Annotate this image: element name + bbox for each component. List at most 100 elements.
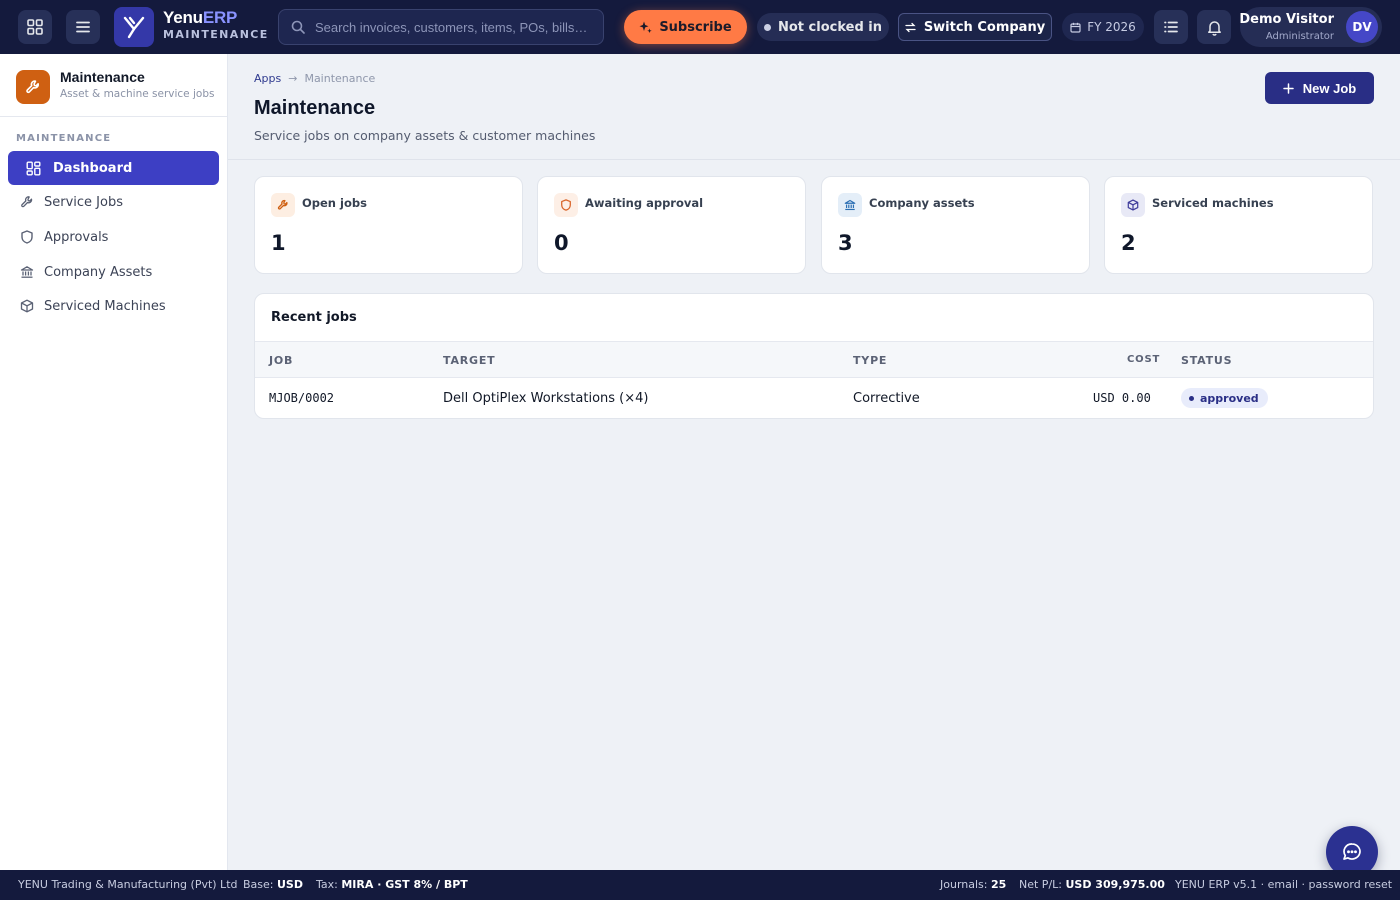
wrench-icon — [21, 196, 33, 208]
footer-net-pl: Net P/L: USD 309,975.00 — [1019, 878, 1165, 891]
job-target: Dell OptiPlex Workstations (×4) — [443, 391, 649, 406]
footer-company: YENU Trading & Manufacturing (Pvt) Ltd — [18, 878, 238, 891]
menu-button[interactable] — [66, 10, 100, 44]
user-role: Administrator — [1265, 31, 1334, 42]
breadcrumb-current: Maintenance — [304, 72, 376, 85]
sidebar-item-label: Dashboard — [53, 160, 133, 176]
stat-icon-badge — [271, 193, 295, 217]
user-menu[interactable]: Demo Visitor Administrator DV — [1239, 7, 1382, 47]
switch-company-label: Switch Company — [923, 19, 1046, 35]
notifications-button[interactable] — [1197, 10, 1231, 44]
stat-icon-badge — [1121, 193, 1145, 217]
bank-icon — [20, 266, 34, 278]
task-list-button[interactable] — [1154, 10, 1188, 44]
recent-jobs-panel: Recent jobs JOB TARGET TYPE COST STATUS … — [254, 293, 1374, 419]
brand: YenuERP MAINTENANCE — [163, 9, 269, 40]
brand-module: MAINTENANCE — [163, 28, 269, 41]
column-header-job[interactable]: JOB — [269, 354, 293, 367]
search-icon — [291, 20, 305, 34]
fiscal-year-badge[interactable]: FY 2026 — [1062, 13, 1144, 41]
new-job-button[interactable]: New Job — [1265, 72, 1374, 104]
stat-icon-badge — [838, 193, 862, 217]
wrench-icon — [26, 80, 39, 94]
sidebar-section-label: MAINTENANCE — [16, 133, 112, 144]
bell-icon — [1207, 20, 1221, 36]
menu-icon — [76, 21, 90, 33]
shield-icon — [21, 230, 33, 244]
breadcrumb-arrow-icon: → — [288, 72, 298, 85]
list-icon — [1164, 21, 1178, 33]
user-name: Demo Visitor — [1239, 12, 1334, 27]
recent-jobs-title: Recent jobs — [271, 310, 357, 325]
footer-journals: Journals: 25 — [940, 878, 1007, 891]
status-dot — [1189, 395, 1194, 401]
subscribe-button[interactable]: Subscribe — [624, 10, 747, 44]
breadcrumb-apps[interactable]: Apps — [254, 72, 281, 85]
sidebar-item-dashboard[interactable]: Dashboard — [8, 151, 219, 185]
clock-status-dot — [763, 23, 771, 31]
stat-value: 1 — [271, 231, 286, 255]
clock-status[interactable]: Not clocked in — [757, 13, 889, 41]
switch-company-button[interactable]: Switch Company — [898, 13, 1052, 41]
column-header-type[interactable]: TYPE — [853, 354, 887, 367]
logo-icon — [123, 16, 145, 39]
breadcrumb: Apps → Maintenance — [254, 72, 375, 85]
apps-grid-button[interactable] — [18, 10, 52, 44]
stat-value: 2 — [1121, 231, 1136, 255]
fiscal-year-label: FY 2026 — [1087, 20, 1136, 34]
page-subtitle: Service jobs on company assets & custome… — [254, 128, 596, 143]
stat-card-open-jobs[interactable]: Open jobs 1 — [254, 176, 523, 274]
table-header: JOB TARGET TYPE COST STATUS — [255, 341, 1373, 378]
stat-label: Company assets — [869, 196, 975, 210]
stat-value: 0 — [554, 231, 569, 255]
column-header-target[interactable]: TARGET — [443, 354, 495, 367]
stat-label: Open jobs — [302, 196, 367, 210]
sidebar-item-label: Approvals — [44, 229, 109, 245]
bank-icon — [844, 199, 856, 211]
sidebar-title: Maintenance — [60, 69, 145, 85]
box-icon — [1127, 199, 1139, 211]
stat-icon-badge — [554, 193, 578, 217]
module-icon — [16, 70, 50, 104]
sidebar-item-serviced-machines[interactable]: Serviced Machines — [8, 289, 219, 323]
sidebar-item-service-jobs[interactable]: Service Jobs — [8, 185, 219, 219]
page-title: Maintenance — [254, 97, 376, 119]
stat-card-company-assets[interactable]: Company assets 3 — [821, 176, 1090, 274]
sidebar-header: Maintenance Asset & machine service jobs — [0, 54, 227, 117]
column-header-status[interactable]: STATUS — [1181, 354, 1232, 367]
sidebar-item-company-assets[interactable]: Company Assets — [8, 255, 219, 289]
job-cost: USD 0.00 — [1093, 391, 1151, 405]
sidebar: Maintenance Asset & machine service jobs… — [0, 54, 228, 870]
stat-label: Awaiting approval — [585, 196, 704, 210]
search-input[interactable] — [315, 19, 595, 35]
sparkle-icon — [639, 21, 653, 33]
switch-icon — [905, 22, 916, 32]
footer-base: Base: USD — [243, 878, 303, 891]
column-header-cost[interactable]: COST — [1127, 354, 1160, 365]
apps-grid-icon — [27, 19, 43, 35]
footer-version[interactable]: YENU ERP v5.1 · email · password reset — [1175, 878, 1392, 891]
sidebar-item-label: Service Jobs — [44, 194, 123, 210]
sidebar-item-approvals[interactable]: Approvals — [8, 220, 219, 254]
job-id[interactable]: MJOB/0002 — [269, 391, 334, 405]
search-box[interactable] — [278, 9, 604, 45]
stat-value: 3 — [838, 231, 853, 255]
dashboard-icon — [26, 161, 41, 176]
calendar-icon — [1070, 22, 1081, 33]
brand-logo[interactable] — [114, 7, 154, 47]
status-badge: approved — [1181, 388, 1268, 408]
subscribe-label: Subscribe — [659, 19, 732, 35]
sidebar-subtitle: Asset & machine service jobs — [60, 88, 215, 100]
plus-icon — [1283, 82, 1294, 94]
header-divider — [228, 159, 1400, 160]
new-job-label: New Job — [1302, 80, 1357, 96]
stat-card-serviced-machines[interactable]: Serviced machines 2 — [1104, 176, 1373, 274]
brand-name: YenuERP — [163, 8, 238, 27]
wrench-icon — [277, 199, 288, 210]
avatar: DV — [1346, 11, 1378, 43]
stat-card-awaiting-approval[interactable]: Awaiting approval 0 — [537, 176, 806, 274]
stat-label: Serviced machines — [1152, 196, 1274, 210]
status-label: approved — [1200, 391, 1259, 405]
clock-status-label: Not clocked in — [777, 19, 882, 35]
job-type: Corrective — [853, 391, 920, 406]
